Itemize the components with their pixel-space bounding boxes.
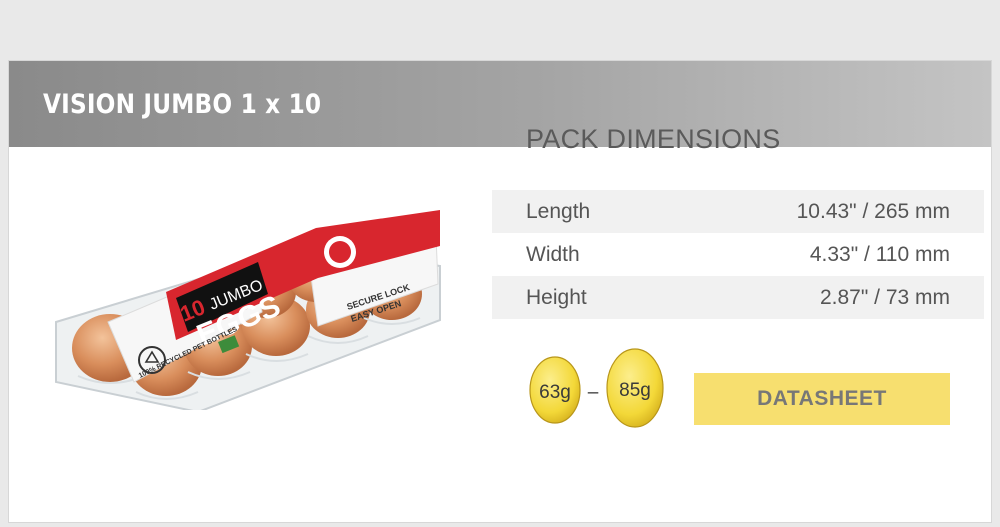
dimension-row-width: Width 4.33" / 110 mm [492,233,984,276]
dimension-label: Height [526,285,587,309]
datasheet-button[interactable]: DATASHEET [694,373,950,425]
dimension-label: Length [526,199,591,223]
egg-weight-range: 63g – 85g [529,348,664,428]
dimension-value: 10.43" / 265 mm [796,199,950,223]
pack-dimensions-title: PACK DIMENSIONS [526,124,781,154]
egg-icon-large: 85g [606,348,664,428]
weight-max: 85g [619,380,651,401]
dimension-value: 2.87" / 73 mm [819,285,950,309]
dimension-label: Width [526,242,580,266]
egg-carton-image: 10 JUMBO EGGS SECURE LOCK EASY OPEN 100%… [55,210,441,410]
dimension-row-length: Length 10.43" / 265 mm [492,190,984,233]
egg-icon-small: 63g [529,356,581,424]
dimensions-table: Length 10.43" / 265 mm Width 4.33" / 110… [492,190,984,319]
product-header: VISION JUMBO 1 x 10 [9,61,991,147]
weight-min: 63g [539,382,571,403]
dimension-value: 4.33" / 110 mm [809,242,950,266]
product-title: VISION JUMBO 1 x 10 [43,88,322,120]
weight-separator: – [588,382,599,403]
dimension-row-height: Height 2.87" / 73 mm [492,276,984,319]
